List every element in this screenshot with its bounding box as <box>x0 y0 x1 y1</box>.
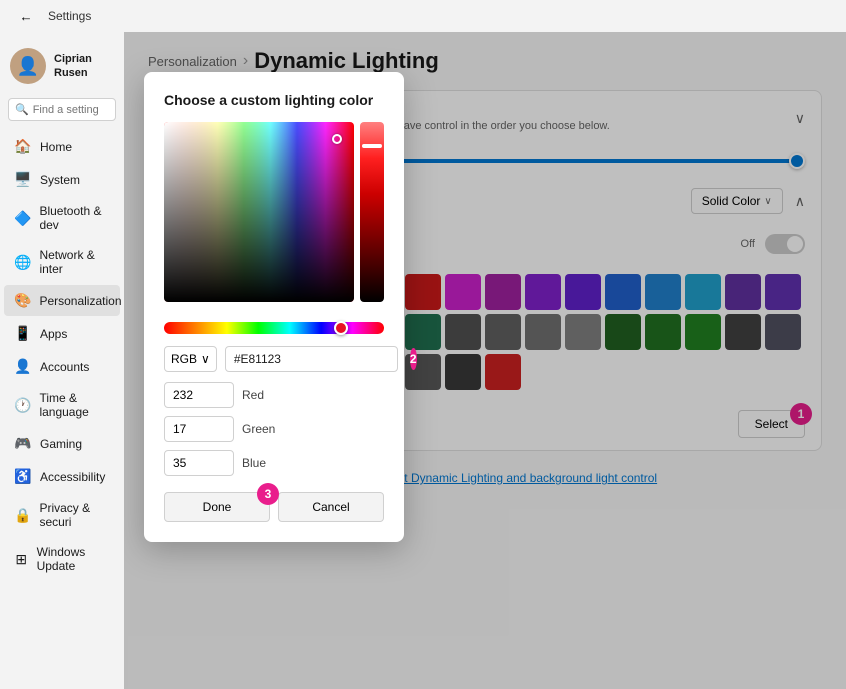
accessibility-icon: ♿ <box>14 468 32 485</box>
sidebar-item-accounts[interactable]: 👤 Accounts <box>4 351 120 382</box>
home-icon: 🏠 <box>14 138 32 155</box>
user-name: Ciprian Rusen <box>54 52 114 81</box>
sidebar-item-bluetooth[interactable]: 🔷 Bluetooth & dev <box>4 197 120 239</box>
sidebar-item-label: Apps <box>40 327 67 341</box>
modal-buttons: Done 3 Cancel <box>164 492 384 522</box>
sidebar-item-apps[interactable]: 📱 Apps <box>4 318 120 349</box>
sidebar-item-system[interactable]: 🖥️ System <box>4 164 120 195</box>
back-button[interactable]: ← <box>12 2 40 30</box>
sidebar-item-label: Time & language <box>39 391 110 419</box>
hue-slider[interactable] <box>164 322 384 334</box>
color-picker-title: Choose a custom lighting color <box>164 92 384 108</box>
red-row: Red <box>164 382 384 408</box>
hue-strip-indicator <box>362 144 382 148</box>
privacy-icon: 🔒 <box>14 507 31 524</box>
search-input[interactable] <box>33 104 109 116</box>
sidebar-item-label: Network & inter <box>39 248 110 276</box>
sidebar-item-accessibility[interactable]: ♿ Accessibility <box>4 461 120 492</box>
color-mode-chevron-icon: ∨ <box>201 352 210 366</box>
sidebar-item-label: Gaming <box>40 437 82 451</box>
sidebar-item-label: Privacy & securi <box>39 501 110 529</box>
sidebar-item-gaming[interactable]: 🎮 Gaming <box>4 428 120 459</box>
color-picker-area[interactable] <box>164 122 354 302</box>
gaming-icon: 🎮 <box>14 435 32 452</box>
cancel-button[interactable]: Cancel <box>278 492 384 522</box>
time-icon: 🕐 <box>14 397 31 414</box>
color-picker-overlay: Choose a custom lighting color <box>124 32 846 689</box>
title-bar: ← Settings <box>0 0 846 32</box>
app-title: Settings <box>48 9 91 23</box>
avatar-emoji: 👤 <box>17 56 39 77</box>
hue-thumb <box>334 321 348 335</box>
color-mode-row: RGB ∨ 2 <box>164 346 384 372</box>
done-badge: 3 <box>257 483 279 505</box>
sidebar-item-label: System <box>40 173 80 187</box>
sidebar-item-privacy[interactable]: 🔒 Privacy & securi <box>4 494 120 536</box>
sidebar-item-label: Personalization <box>39 294 121 308</box>
hue-strip[interactable] <box>360 122 384 302</box>
main-content: Personalization › Dynamic Lighting contr… <box>124 32 846 689</box>
blue-input[interactable] <box>164 450 234 476</box>
sidebar-item-label: Accounts <box>40 360 89 374</box>
apps-icon: 📱 <box>14 325 32 342</box>
done-label: Done <box>203 500 232 514</box>
sidebar-item-label: Accessibility <box>40 470 105 484</box>
sidebar-item-personalization[interactable]: 🎨 Personalization <box>4 285 120 316</box>
network-icon: 🌐 <box>14 254 31 271</box>
windows-icon: ⊞ <box>14 551 29 568</box>
sidebar-item-network[interactable]: 🌐 Network & inter <box>4 241 120 283</box>
green-label: Green <box>242 422 282 436</box>
color-mode-select[interactable]: RGB ∨ <box>164 346 217 372</box>
system-icon: 🖥️ <box>14 171 32 188</box>
green-row: Green <box>164 416 384 442</box>
picker-area-wrapper <box>164 122 384 312</box>
search-box[interactable]: 🔍 <box>8 98 116 121</box>
back-icon: ← <box>19 9 32 24</box>
avatar: 👤 <box>10 48 46 84</box>
app-body: 👤 Ciprian Rusen 🔍 🏠 Home 🖥️ System 🔷 Blu… <box>0 32 846 689</box>
done-button[interactable]: Done 3 <box>164 492 270 522</box>
search-icon: 🔍 <box>15 103 29 116</box>
picker-cursor <box>332 134 342 144</box>
bluetooth-icon: 🔷 <box>14 210 31 227</box>
color-mode-label: RGB <box>171 352 197 366</box>
sidebar-item-time[interactable]: 🕐 Time & language <box>4 384 120 426</box>
hue-slider-row <box>164 322 384 334</box>
sidebar-item-windows-update[interactable]: ⊞ Windows Update <box>4 538 120 580</box>
personalization-icon: 🎨 <box>14 292 31 309</box>
hex-input[interactable] <box>225 346 398 372</box>
sidebar-item-home[interactable]: 🏠 Home <box>4 131 120 162</box>
red-input[interactable] <box>164 382 234 408</box>
hex-badge: 2 <box>410 348 417 370</box>
red-label: Red <box>242 388 282 402</box>
sidebar-item-label: Bluetooth & dev <box>39 204 110 232</box>
sidebar: 👤 Ciprian Rusen 🔍 🏠 Home 🖥️ System 🔷 Blu… <box>0 32 124 689</box>
blue-row: Blue <box>164 450 384 476</box>
user-profile: 👤 Ciprian Rusen <box>0 40 124 96</box>
accounts-icon: 👤 <box>14 358 32 375</box>
cancel-label: Cancel <box>312 500 349 514</box>
green-input[interactable] <box>164 416 234 442</box>
sidebar-item-label: Windows Update <box>37 545 110 573</box>
sidebar-item-label: Home <box>40 140 72 154</box>
dark-gradient <box>164 122 354 302</box>
blue-label: Blue <box>242 456 282 470</box>
color-picker-modal: Choose a custom lighting color <box>144 72 404 542</box>
